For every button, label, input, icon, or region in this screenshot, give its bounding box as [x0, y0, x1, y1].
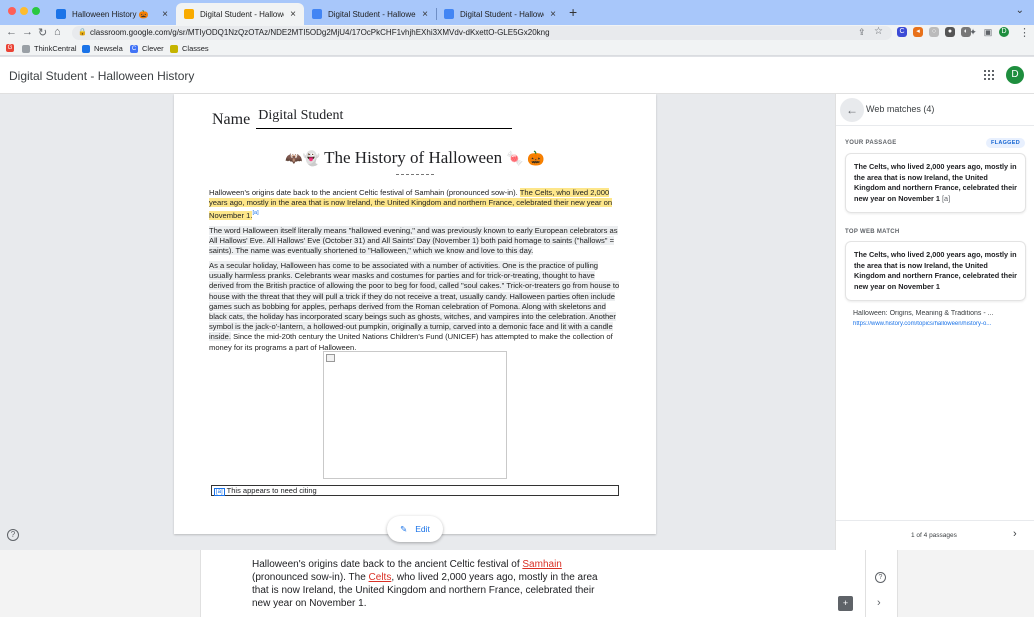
newsela-icon: [82, 44, 90, 53]
extension-c-icon[interactable]: C: [897, 27, 907, 37]
docs-favicon-icon: [444, 9, 454, 19]
name-row: Name Digital Student: [212, 108, 513, 129]
close-window-button[interactable]: [8, 7, 16, 15]
docs-favicon-icon: [312, 9, 322, 19]
comment-citation: [a] This appears to need citing: [211, 485, 619, 496]
expand-chevron-icon[interactable]: ›: [877, 597, 881, 609]
help-icon[interactable]: ?: [875, 572, 886, 583]
bat-ghost-emoji-icon: 🦇👻: [285, 152, 321, 167]
browser-menu-icon[interactable]: ⋮: [1019, 26, 1030, 39]
browser-tab-1[interactable]: Halloween History 🎃 ×: [48, 3, 177, 25]
extension-globe-icon[interactable]: ●: [945, 27, 955, 37]
browser-tab-4[interactable]: Digital Student - Halloween His ×: [436, 3, 564, 25]
classroom-icon: [170, 44, 178, 53]
classroom-favicon-icon: [184, 9, 194, 19]
source-title-link[interactable]: Halloween: Origins, Meaning & Traditions…: [853, 310, 1019, 317]
panel-footer: 1 of 4 passages ›: [836, 520, 1034, 550]
browser-tab-3[interactable]: Digital Student - Halloween His ×: [304, 3, 437, 25]
tab-search-chevron-icon[interactable]: ⌄: [1016, 5, 1024, 16]
back-arrow-icon[interactable]: ←: [6, 26, 17, 38]
share-icon[interactable]: ⇪: [858, 27, 866, 38]
extension-circle-icon[interactable]: ○: [929, 27, 939, 37]
browser-tab-2[interactable]: Digital Student - Halloween His ×: [176, 3, 304, 25]
google-apps-icon[interactable]: [984, 70, 994, 80]
classroom-favicon-icon: [56, 9, 66, 19]
address-bar[interactable]: 🔒 classroom.google.com/g/sr/MTIyODQ1NzQz…: [72, 26, 892, 40]
url-text: classroom.google.com/g/sr/MTIyODQ1NzQzOT…: [90, 28, 550, 37]
reload-icon[interactable]: ↻: [38, 26, 47, 39]
source-url-link[interactable]: https://www.history.com/topics/halloween…: [853, 321, 1019, 327]
comment-ref[interactable]: [a]: [252, 210, 258, 216]
close-tab-icon[interactable]: ×: [422, 9, 428, 20]
help-icon[interactable]: ?: [7, 529, 19, 541]
broken-image-icon: [326, 354, 335, 362]
browser-toolbar: ← → ↻ ⌂ 🔒 classroom.google.com/g/sr/MTIy…: [0, 25, 1034, 42]
close-tab-icon[interactable]: ×: [290, 9, 296, 20]
close-tab-icon[interactable]: ×: [550, 9, 556, 20]
new-tab-button[interactable]: +: [569, 4, 577, 20]
bookmark-classes[interactable]: Classes: [170, 44, 209, 53]
browser-tab-strip: Halloween History 🎃 × Digital Student - …: [0, 0, 1034, 25]
thinkcentral-icon: [22, 44, 30, 53]
home-icon[interactable]: ⌂: [54, 26, 61, 38]
extension-speaker-icon[interactable]: ◂: [913, 27, 923, 37]
your-passage-card[interactable]: The Celts, who lived 2,000 years ago, mo…: [845, 153, 1026, 213]
originality-panel: ← Web matches (4) YOUR PASSAGE FLAGGED T…: [835, 94, 1034, 550]
name-label: Name: [212, 111, 251, 128]
bookmark-clever[interactable]: C Clever: [130, 44, 164, 53]
panel-header: ← Web matches (4): [836, 94, 1034, 126]
side-panel-icon[interactable]: ▣: [983, 27, 993, 37]
add-comment-icon[interactable]: +: [838, 596, 853, 611]
bookmark-newsela[interactable]: Newsela: [82, 44, 123, 53]
extensions-puzzle-icon[interactable]: ✦: [968, 27, 978, 37]
forward-arrow-icon[interactable]: →: [22, 26, 33, 38]
top-match-card[interactable]: The Celts, who lived 2,000 years ago, mo…: [845, 241, 1026, 301]
panel-title: Web matches (4): [866, 104, 935, 114]
back-arrow-icon[interactable]: ←: [840, 98, 864, 122]
minimize-window-button[interactable]: [20, 7, 28, 15]
underlying-document: Halloween's origins date back to the anc…: [0, 550, 1034, 617]
bookmarks-bar: G ThinkCentral Newsela C Clever Classes: [0, 42, 1034, 56]
document-viewer: Name Digital Student 🦇👻 The History of H…: [0, 94, 835, 559]
next-chevron-icon[interactable]: ›: [1013, 528, 1017, 540]
profile-avatar[interactable]: D: [999, 27, 1009, 37]
document-page: Name Digital Student 🦇👻 The History of H…: [174, 94, 656, 534]
page-title: Digital Student - Halloween History: [9, 69, 195, 83]
name-value: Digital Student: [256, 108, 513, 129]
google-bookmark[interactable]: G: [6, 44, 18, 52]
paragraph-1: Halloween's origins date back to the anc…: [209, 188, 613, 220]
title-divider: [396, 174, 434, 175]
app-header: Digital Student - Halloween History D: [0, 57, 1034, 94]
avatar[interactable]: D: [1006, 66, 1024, 84]
lock-icon: 🔒: [78, 29, 87, 36]
edit-button[interactable]: ✎ Edit: [387, 516, 443, 542]
maximize-window-button[interactable]: [32, 7, 40, 15]
citation-ref[interactable]: [a]: [214, 488, 225, 496]
candy-pumpkin-emoji-icon: 🍬 🎃: [506, 152, 545, 167]
close-tab-icon[interactable]: ×: [162, 9, 168, 20]
paragraph-3: As a secular holiday, Halloween has come…: [209, 261, 620, 352]
top-match-label: TOP WEB MATCH: [845, 229, 900, 235]
underlying-document-page: Halloween's origins date back to the anc…: [200, 550, 866, 617]
bookmark-star-icon[interactable]: ☆: [874, 26, 883, 37]
broken-image: [323, 351, 507, 479]
bookmark-thinkcentral[interactable]: ThinkCentral: [22, 44, 77, 53]
status-badge: FLAGGED: [986, 138, 1025, 148]
document-title: 🦇👻 The History of Halloween 🍬 🎃: [285, 148, 545, 167]
passage-counter: 1 of 4 passages: [911, 532, 957, 539]
paragraph-2: The word Halloween itself literally mean…: [209, 226, 618, 256]
side-toolbar: [866, 550, 898, 617]
pencil-icon: ✎: [400, 523, 408, 534]
your-passage-label: YOUR PASSAGE: [845, 140, 897, 146]
clever-icon: C: [130, 44, 138, 53]
underlying-paragraph: Halloween's origins date back to the anc…: [252, 559, 598, 609]
